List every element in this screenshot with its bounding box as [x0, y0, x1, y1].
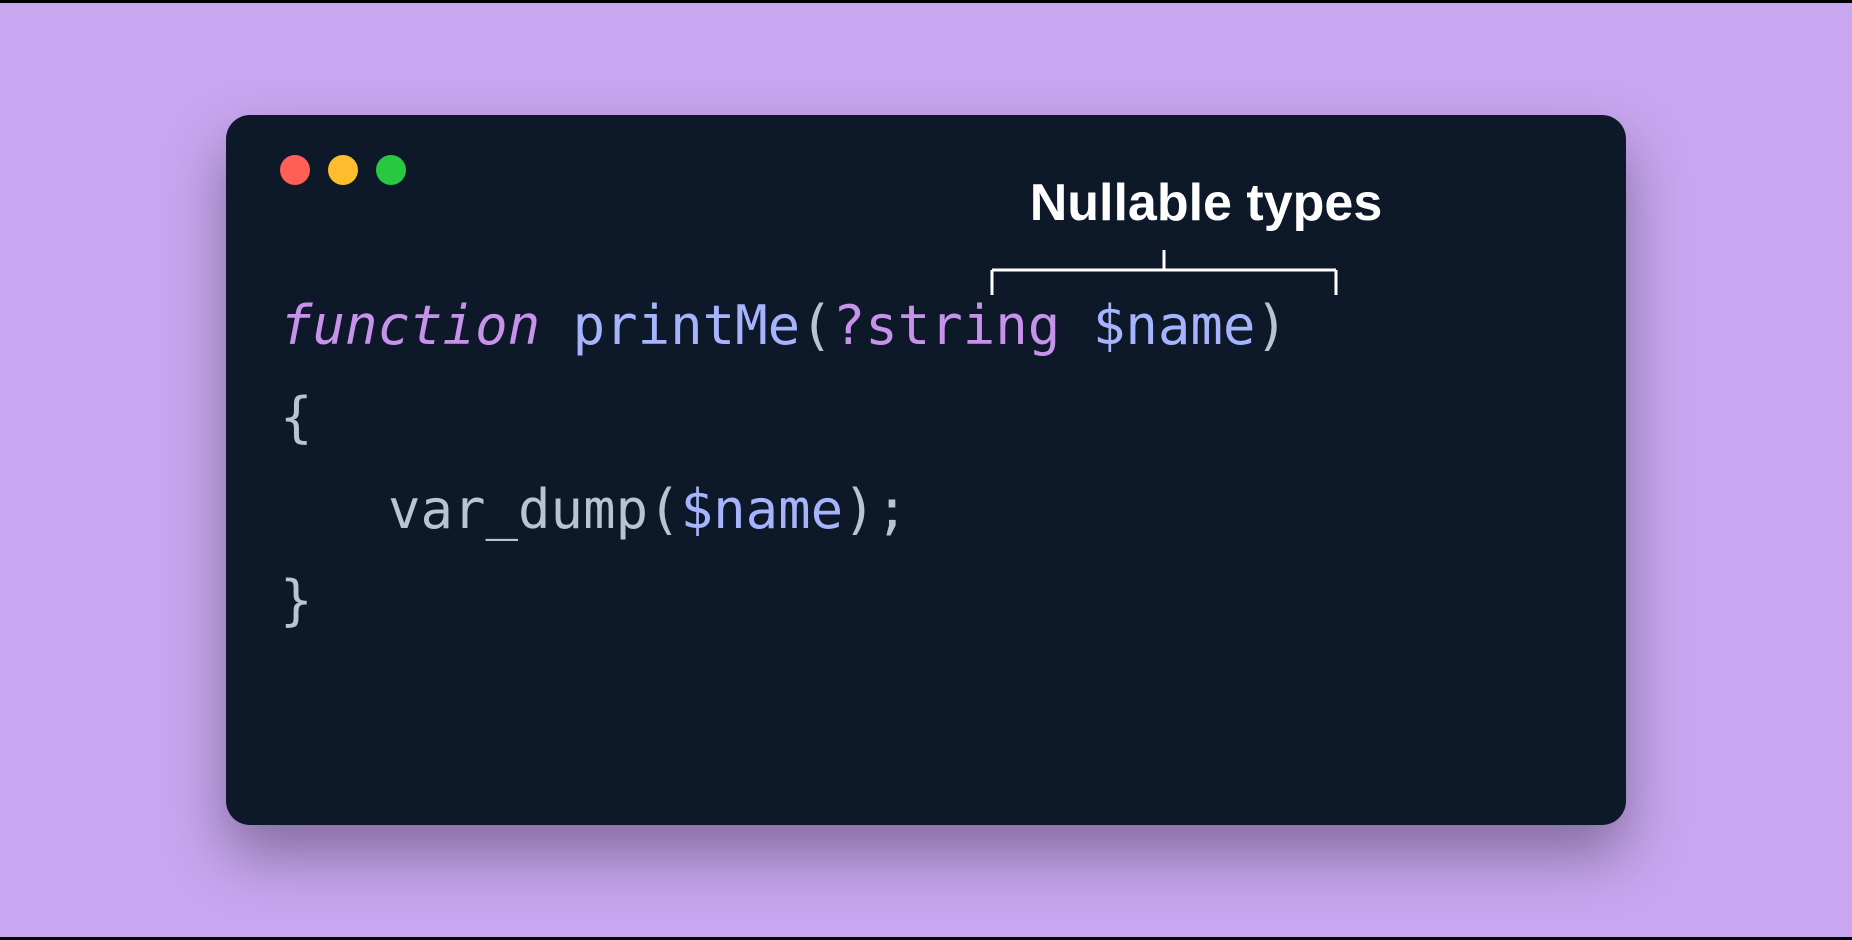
- code-window: Nullable types function printMe(?string …: [226, 115, 1626, 825]
- annotation-label: Nullable types: [996, 173, 1416, 233]
- close-paren-2: ): [843, 478, 876, 541]
- code-line-3: var_dump($name);: [280, 464, 1572, 556]
- variable-name-2: $name: [681, 478, 844, 541]
- code-content: function printMe(?string $name) { var_du…: [280, 280, 1572, 647]
- semicolon: ;: [876, 478, 909, 541]
- code-line-2: {: [280, 372, 1572, 464]
- open-paren-2: (: [648, 478, 681, 541]
- open-brace: {: [280, 386, 313, 449]
- open-paren: (: [800, 294, 833, 357]
- maximize-icon: [376, 155, 406, 185]
- close-icon: [280, 155, 310, 185]
- annotation-bracket: [989, 250, 1339, 300]
- nullable-operator: ?: [833, 294, 866, 357]
- keyword-function: function: [280, 294, 540, 357]
- minimize-icon: [328, 155, 358, 185]
- code-line-4: }: [280, 555, 1572, 647]
- close-paren: ): [1255, 294, 1288, 357]
- close-brace: }: [280, 569, 313, 632]
- code-line-1: function printMe(?string $name): [280, 280, 1572, 372]
- function-name: printMe: [573, 294, 801, 357]
- func-call-vardump: var_dump: [388, 478, 648, 541]
- variable-name: $name: [1093, 294, 1256, 357]
- type-string: string: [865, 294, 1060, 357]
